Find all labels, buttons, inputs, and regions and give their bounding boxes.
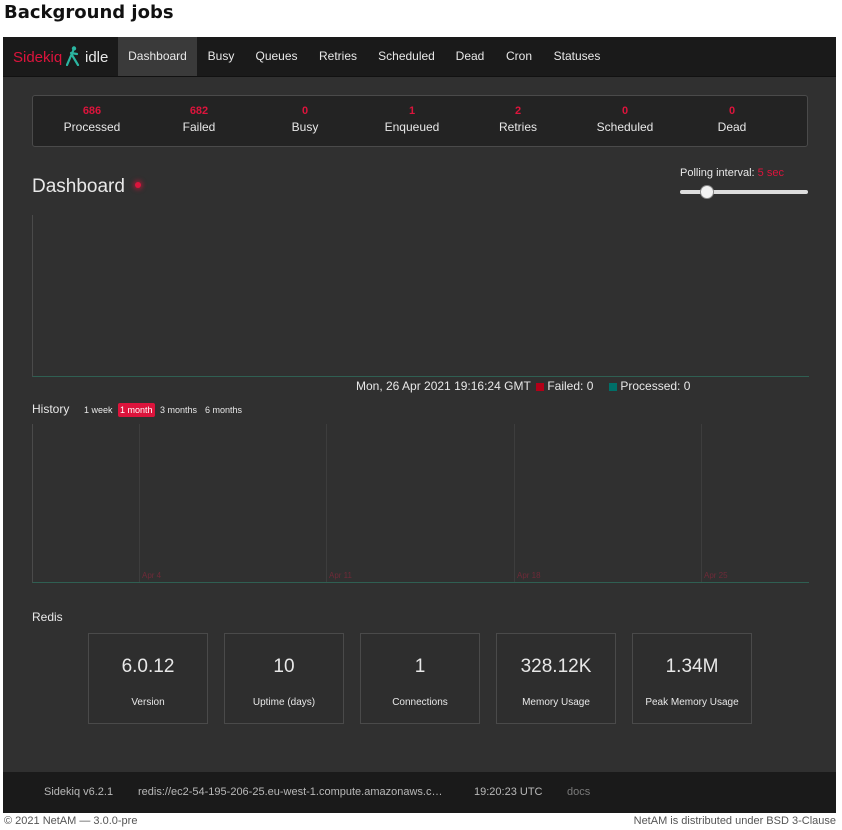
footer-time: 19:20:23 UTC [474,786,543,798]
brand-name[interactable]: Sidekiq [13,49,62,66]
range-1-month[interactable]: 1 month [118,403,155,417]
grid-line [701,424,702,582]
history-graph: Apr 4 Apr 11 Apr 18 Apr 25 [32,424,809,583]
nav-cron[interactable]: Cron [495,37,543,76]
top-navbar: Sidekiq idle Dashboard Busy Queues Retri… [3,37,836,77]
redis-label: Uptime (days) [252,697,316,708]
beacon-pulse-icon [135,182,141,188]
stat-failed[interactable]: 682 Failed [144,105,254,134]
failed-swatch [536,382,544,391]
redis-value: 328.12K [520,656,592,677]
polling-interval-slider[interactable] [680,185,808,199]
x-tick-label: Apr 11 [329,571,352,580]
stat-label: Processed [63,120,121,134]
nav-busy[interactable]: Busy [197,37,245,76]
redis-label: Peak Memory Usage [645,697,739,708]
redis-value: 6.0.12 [121,656,175,677]
nav-dead[interactable]: Dead [445,37,495,76]
stat-scheduled[interactable]: 0 Scheduled [570,105,680,134]
stat-label: Dead [717,120,747,134]
x-tick-label: Apr 4 [142,571,162,580]
page-title: Background jobs [4,2,174,23]
redis-value: 1 [414,656,426,677]
dashboard-heading: Dashboard [32,176,125,197]
sidekiq-panel: Sidekiq idle Dashboard Busy Queues Retri… [3,37,836,813]
nav-queues[interactable]: Queues [245,37,308,76]
footer-docs-link[interactable]: docs [567,786,590,798]
sidekiq-logo-icon [66,46,80,66]
stat-dead[interactable]: 0 Dead [677,105,787,134]
redis-card-uptime: 10 Uptime (days) [224,633,344,724]
grid-line [514,424,515,582]
stat-label: Failed [182,120,216,134]
processed-swatch [609,382,617,391]
license-text: NetAM is distributed under BSD 3-Clause [633,815,836,827]
range-3-months[interactable]: 3 months [158,403,199,417]
stat-label: Enqueued [384,120,440,134]
polling-interval-value: 5 sec [757,167,784,179]
nav-statuses[interactable]: Statuses [543,37,611,76]
stat-count: 2 [514,105,522,117]
stat-count: 1 [408,105,416,117]
polling-interval-label: Polling interval: 5 sec [680,167,784,179]
redis-label: Memory Usage [522,697,590,708]
redis-heading: Redis [32,610,63,624]
stat-busy[interactable]: 0 Busy [250,105,360,134]
redis-value: 10 [273,656,295,677]
legend-failed: Failed: 0 [536,379,593,393]
redis-card-version: 6.0.12 Version [88,633,208,724]
process-status: idle [85,49,109,66]
legend-processed: Processed: 0 [609,379,690,393]
range-1-week[interactable]: 1 week [82,403,115,417]
stat-enqueued[interactable]: 1 Enqueued [357,105,467,134]
realtime-timestamp: Mon, 26 Apr 2021 19:16:24 GMT [356,379,531,393]
stat-retries[interactable]: 2 Retries [463,105,573,134]
copyright-text: © 2021 NetAM — 3.0.0-pre [4,815,138,827]
stat-count: 686 [82,105,102,117]
slider-thumb[interactable] [699,185,714,199]
realtime-graph [32,215,809,377]
stat-label: Scheduled [596,120,654,134]
stat-processed[interactable]: 686 Processed [37,105,147,134]
legend-processed-label: Processed: 0 [620,379,691,393]
redis-label: Version [131,697,165,708]
redis-card-memory: 328.12K Memory Usage [496,633,616,724]
nav-dashboard[interactable]: Dashboard [118,37,197,76]
nav-scheduled[interactable]: Scheduled [368,37,445,76]
range-6-months[interactable]: 6 months [203,403,244,417]
nav-retries[interactable]: Retries [308,37,368,76]
x-tick-label: Apr 18 [517,571,541,580]
stat-count: 0 [621,105,629,117]
stats-summary-bar: 686 Processed 682 Failed 0 Busy 1 Enqueu… [32,95,808,147]
redis-card-peak-memory: 1.34M Peak Memory Usage [632,633,752,724]
redis-card-connections: 1 Connections [360,633,480,724]
legend-failed-label: Failed: 0 [547,379,594,393]
redis-label: Connections [392,697,448,708]
sidekiq-footer: Sidekiq v6.2.1 redis://ec2-54-195-206-25… [3,772,836,813]
grid-line [139,424,140,582]
stat-count: 682 [189,105,209,117]
stat-count: 0 [728,105,736,117]
grid-line [326,424,327,582]
redis-value: 1.34M [665,656,719,677]
footer-version: Sidekiq v6.2.1 [44,786,114,798]
stat-label: Busy [291,120,319,134]
x-tick-label: Apr 25 [704,571,728,580]
polling-interval-text: Polling interval: [680,167,755,179]
history-heading: History [32,402,70,416]
stat-label: Retries [498,120,537,134]
stat-count: 0 [301,105,309,117]
footer-redis-url: redis://ec2-54-195-206-25.eu-west-1.comp… [138,786,443,798]
